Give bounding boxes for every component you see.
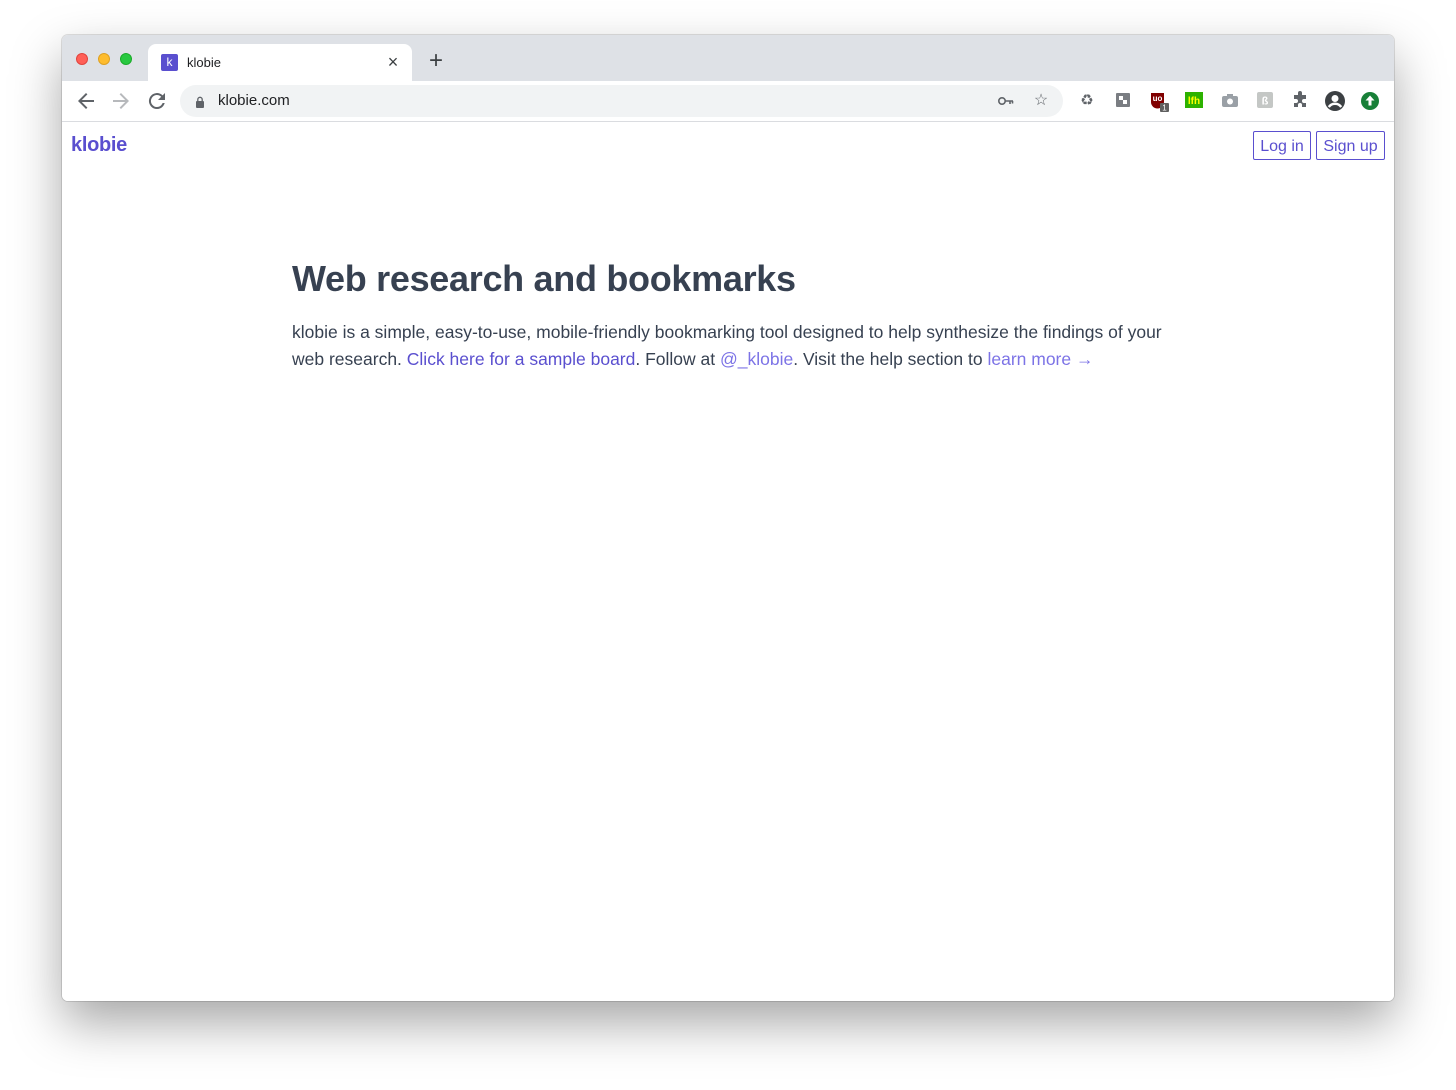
url-text[interactable]: klobie.com [218, 93, 290, 109]
twitter-link[interactable]: @_klobie [720, 349, 793, 369]
ublock-icon[interactable]: uo 1 [1148, 90, 1170, 113]
signup-button[interactable]: Sign up [1316, 131, 1385, 160]
reload-icon[interactable] [145, 89, 169, 113]
svg-text:ß: ß [1262, 96, 1269, 108]
translate-icon[interactable]: ß [1254, 90, 1276, 112]
close-tab-icon[interactable]: × [384, 53, 402, 71]
bookmark-star-icon[interactable]: ☆ [1031, 91, 1051, 111]
tab-title: klobie [187, 55, 221, 70]
svg-text:1: 1 [1162, 104, 1167, 113]
tab-strip: k klobie × + [62, 35, 1394, 81]
login-button[interactable]: Log in [1253, 131, 1311, 160]
page-content: klobie Log in Sign up Web research and b… [62, 122, 1394, 1001]
svg-text:lfh: lfh [1188, 96, 1200, 107]
back-arrow-icon[interactable] [74, 89, 98, 113]
lfh-icon[interactable]: lfh [1183, 90, 1205, 112]
new-tab-icon[interactable]: + [424, 49, 448, 73]
puzzle-ext-icon[interactable] [1112, 90, 1134, 112]
hero-text-part3: . Visit the help section to [793, 349, 988, 369]
address-bar[interactable]: klobie.com ☆ [180, 85, 1063, 117]
learn-more-link[interactable]: learn more → [987, 349, 1093, 369]
forward-arrow-icon[interactable] [109, 89, 133, 113]
maximize-window-button[interactable] [120, 53, 132, 65]
tab-klobie[interactable]: k klobie × [148, 44, 412, 81]
extensions-puzzle-icon[interactable] [1289, 90, 1311, 112]
lock-icon[interactable] [194, 95, 206, 108]
browser-window: k klobie × + klobie.com ☆ ♻ uo 1 lfh ß k… [62, 35, 1394, 1001]
camera-icon[interactable] [1219, 90, 1241, 112]
hero-text-part2: . Follow at [635, 349, 720, 369]
favicon-icon: k [161, 54, 178, 71]
svg-text:uo: uo [1153, 94, 1163, 103]
update-icon[interactable] [1359, 90, 1381, 112]
minimize-window-button[interactable] [98, 53, 110, 65]
profile-icon[interactable] [1324, 90, 1346, 112]
browser-toolbar: klobie.com ☆ ♻ uo 1 lfh ß [62, 81, 1394, 122]
recycle-icon[interactable]: ♻ [1076, 90, 1098, 112]
hero-description: klobie is a simple, easy-to-use, mobile-… [292, 319, 1172, 373]
sample-board-link[interactable]: Click here for a sample board [407, 349, 636, 369]
close-window-button[interactable] [76, 53, 88, 65]
page-title: Web research and bookmarks [292, 258, 796, 299]
key-icon[interactable] [996, 91, 1016, 111]
brand-logo[interactable]: klobie [71, 134, 127, 157]
